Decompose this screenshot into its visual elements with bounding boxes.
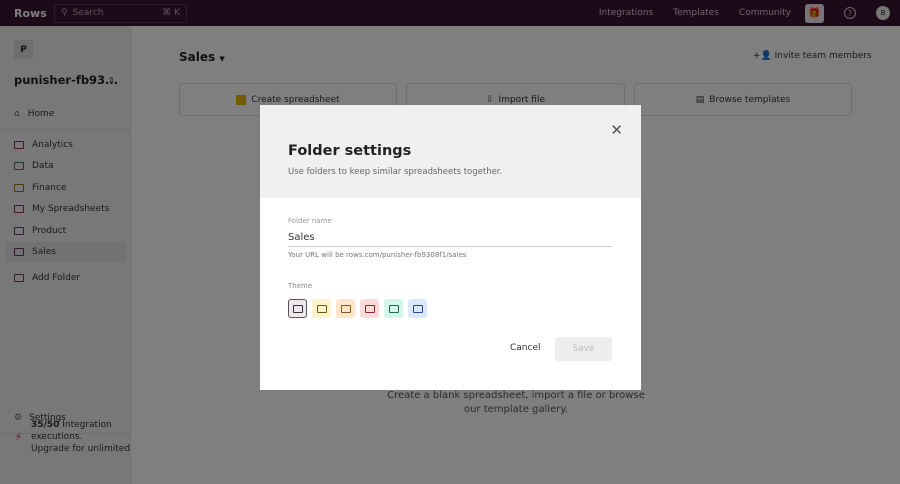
- dialog-header: Folder settings Use folders to keep simi…: [260, 105, 641, 198]
- theme-swatch[interactable]: [288, 299, 307, 318]
- theme-picker: [288, 299, 427, 318]
- dialog-title: Folder settings: [288, 143, 412, 159]
- theme-swatch[interactable]: [384, 299, 403, 318]
- folder-name-label: Folder name: [288, 217, 332, 225]
- folder-icon: [364, 304, 375, 313]
- folder-icon: [388, 304, 399, 313]
- theme-swatch[interactable]: [336, 299, 355, 318]
- close-icon[interactable]: ✕: [610, 121, 623, 139]
- folder-settings-dialog: Folder settings Use folders to keep simi…: [260, 105, 641, 390]
- theme-swatch[interactable]: [408, 299, 427, 318]
- folder-icon: [340, 304, 351, 313]
- folder-icon: [316, 304, 327, 313]
- theme-swatch[interactable]: [360, 299, 379, 318]
- theme-label: Theme: [288, 282, 313, 290]
- cancel-button[interactable]: Cancel: [510, 343, 541, 353]
- url-help-text: Your URL will be rows.com/punisher-fb930…: [288, 251, 467, 259]
- folder-name-input[interactable]: [288, 229, 612, 247]
- folder-icon: [292, 304, 303, 313]
- save-button[interactable]: Save: [555, 337, 612, 361]
- folder-icon: [412, 304, 423, 313]
- theme-swatch[interactable]: [312, 299, 331, 318]
- dialog-subtitle: Use folders to keep similar spreadsheets…: [288, 167, 503, 177]
